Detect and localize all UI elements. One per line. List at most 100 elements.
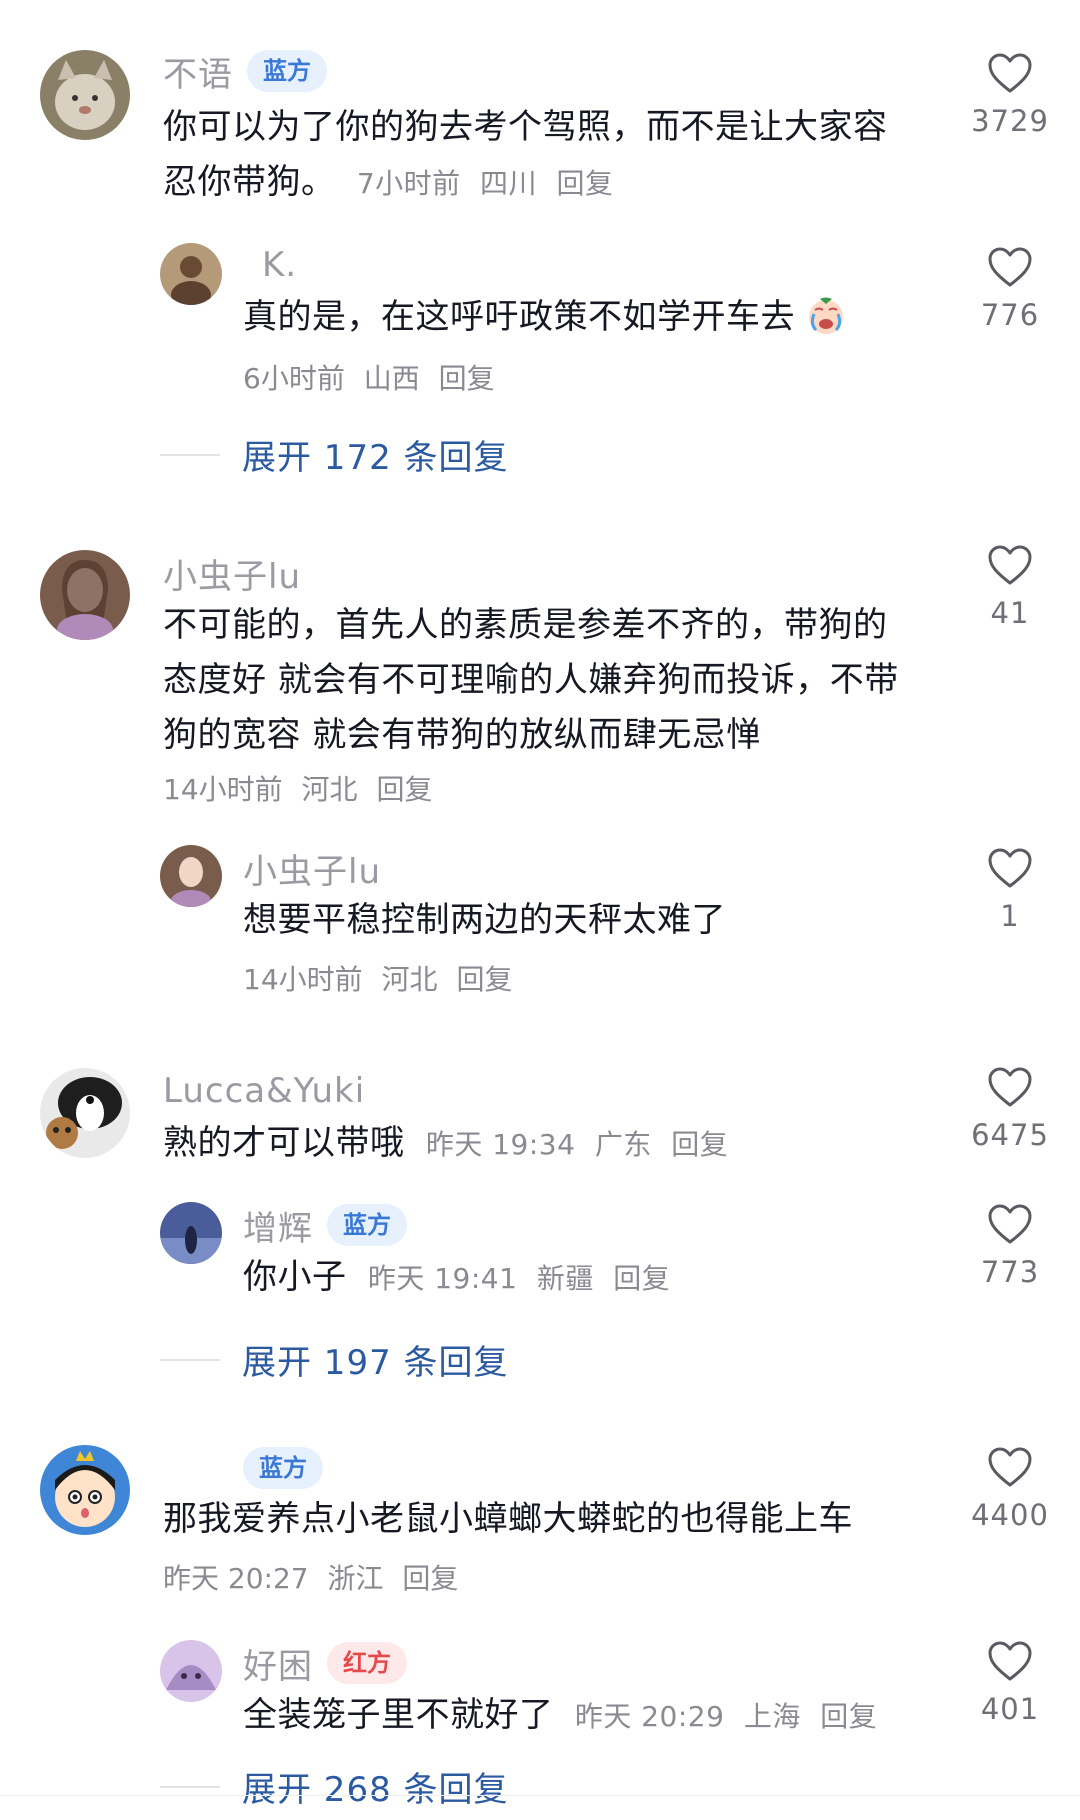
location: 新疆 [536,1262,594,1295]
reply-button[interactable]: 回复 [456,963,512,996]
comment-text-line: 不可能的，首先人的素质是参差不齐的，带狗的 [163,605,888,645]
comment-text: 熟的才可以带哦 昨天 19:34 广东 回复 [163,1116,953,1172]
avatar[interactable] [160,1202,222,1264]
location: 四川 [480,167,538,200]
timestamp: 昨天 19:41 [367,1262,518,1295]
expand-replies-label: 展开 197 条回复 [242,1343,509,1383]
like-count: 4400 [971,1498,1049,1532]
reply-button[interactable]: 回复 [376,773,432,806]
like-count: 41 [990,596,1030,630]
user-avatar-icon [160,845,222,907]
expand-replies-button[interactable]: 展开 268 条回复 [160,1762,509,1811]
heart-icon [988,1641,1032,1681]
like-count: 401 [980,1692,1040,1726]
timestamp: 14小时前 [163,773,283,806]
like-count: 6475 [971,1118,1049,1152]
divider [160,1358,220,1361]
like-count: 773 [980,1255,1040,1289]
status-badge: 蓝方 [247,50,327,92]
avatar[interactable] [160,243,222,305]
comment-text: 你可以为了你的狗去考个驾照，而不是让大家容 忍你带狗。 7小时前 四川 回复 [163,100,953,211]
expand-replies-button[interactable]: 展开 172 条回复 [160,430,509,479]
heart-icon [988,545,1032,585]
comment-text-line: 忍你带狗。 7小时前 四川 回复 [163,155,953,211]
timestamp: 昨天 20:27 [163,1562,309,1595]
location: 浙江 [327,1562,384,1595]
user-avatar-icon [160,243,222,305]
username[interactable]: 增辉 [243,1201,313,1250]
bottom-divider [0,1795,1080,1796]
like-button[interactable]: 3729 [960,52,1060,138]
like-button[interactable]: 6475 [960,1066,1060,1152]
location: 河北 [301,773,358,806]
like-button[interactable]: 773 [960,1203,1060,1289]
status-badge: 红方 [327,1642,407,1684]
crying-face-icon [809,297,844,334]
divider [160,1785,220,1788]
reply-text-content: 你小子 [243,1257,347,1297]
status-badge: 蓝方 [243,1447,323,1489]
like-button[interactable]: 4400 [960,1446,1060,1532]
comment-text: 不可能的，首先人的素质是参差不齐的，带狗的 态度好 就会有不可理喻的人嫌弃狗而投… [163,598,963,763]
comment-text: 那我爱养点小老鼠小蟑螂大蟒蛇的也得能上车 [163,1499,853,1539]
reply-text-content: 真的是，在这呼吁政策不如学开车去 [243,297,795,337]
user-avatar-icon [40,550,130,640]
like-button[interactable]: 41 [960,544,1060,630]
timestamp: 昨天 20:29 [574,1700,725,1733]
reply-text: 真的是，在这呼吁政策不如学开车去 [243,290,953,345]
username[interactable]: 好困 [243,1639,313,1688]
username[interactable]: Lucca&Yuki [163,1071,365,1111]
reply-button[interactable]: 回复 [820,1700,877,1733]
heart-icon [988,1204,1032,1244]
dog-avatar-icon [40,1068,130,1158]
expand-replies-button[interactable]: 展开 197 条回复 [160,1335,509,1384]
like-button[interactable]: 776 [960,246,1060,332]
heart-icon [988,1067,1032,1107]
username[interactable]: 不语 [163,47,233,96]
location: 上海 [743,1700,801,1733]
comment-text-line: 你可以为了你的狗去考个驾照，而不是让大家容 [163,107,888,147]
reply-button[interactable]: 回复 [439,362,495,395]
user-avatar-icon [160,1202,222,1264]
timestamp: 昨天 19:34 [425,1128,576,1161]
reply-text: 你小子 昨天 19:41 新疆 回复 [243,1250,953,1306]
cartoon-avatar-icon [40,1445,130,1535]
avatar[interactable] [40,550,130,640]
location: 山西 [363,362,420,395]
reply-button[interactable]: 回复 [556,167,613,200]
timestamp: 6小时前 [243,362,345,395]
avatar[interactable] [40,1068,130,1158]
expand-replies-label: 展开 268 条回复 [242,1770,509,1810]
avatar[interactable] [160,845,222,907]
timestamp: 7小时前 [356,167,461,200]
username[interactable]: K. [262,245,297,285]
user-avatar-icon [160,1640,222,1702]
avatar[interactable] [160,1640,222,1702]
status-badge: 蓝方 [327,1204,407,1246]
comment-text-line: 态度好 就会有不可理喻的人嫌弃狗而投诉，不带 [163,660,899,700]
reply-button[interactable]: 回复 [671,1128,728,1161]
comment-text-content: 熟的才可以带哦 [163,1123,405,1163]
like-count: 1 [1000,899,1020,933]
reply-text: 想要平稳控制两边的天秤太难了 [243,900,726,940]
reply-button[interactable]: 回复 [402,1562,458,1595]
heart-icon [988,848,1032,888]
reply-button[interactable]: 回复 [613,1262,670,1295]
username[interactable]: 小虫子lu [243,844,381,893]
comment-text-segment: 忍你带狗。 [163,162,336,202]
like-button[interactable]: 1 [960,847,1060,933]
location: 广东 [594,1128,652,1161]
heart-icon [988,247,1032,287]
timestamp: 14小时前 [243,963,363,996]
reply-text: 全装笼子里不就好了 昨天 20:29 上海 回复 [243,1688,953,1744]
reply-text-content: 全装笼子里不就好了 [243,1695,554,1735]
like-button[interactable]: 401 [960,1640,1060,1726]
comment-text-line: 狗的宽容 就会有带狗的放纵而肆无忌惮 [163,715,761,755]
avatar[interactable] [40,1445,130,1535]
cat-avatar-icon [40,50,130,140]
heart-icon [988,53,1032,93]
username[interactable]: 小虫子lu [163,549,301,598]
avatar[interactable] [40,50,130,140]
heart-icon [988,1447,1032,1487]
like-count: 3729 [971,104,1049,138]
